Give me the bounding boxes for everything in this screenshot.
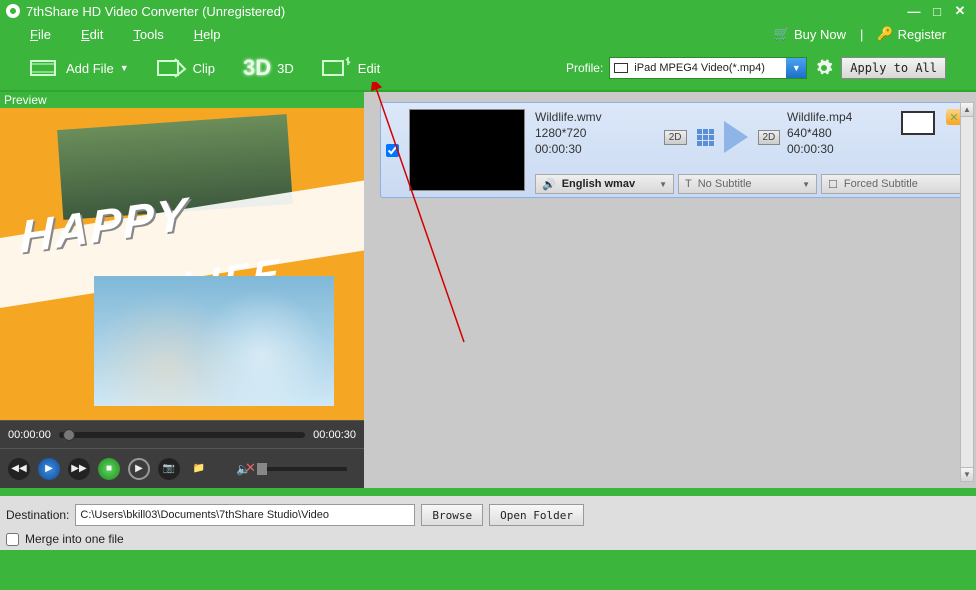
seek-slider[interactable] [59, 432, 305, 438]
titlebar: 7thShare HD Video Converter (Unregistere… [0, 0, 976, 22]
menubar: File Edit Tools Help 🛒 Buy Now | 🔑 Regis… [0, 22, 976, 46]
source-info: Wildlife.wmv 1280*720 00:00:30 [531, 103, 661, 171]
profile-select[interactable]: iPad MPEG4 Video(*.mp4) ▼ [609, 57, 807, 79]
merge-label: Merge into one file [25, 532, 124, 546]
minimize-button[interactable]: — [904, 3, 924, 19]
timeline: 00:00:00 00:00:30 [0, 420, 364, 448]
device-icon [614, 63, 628, 73]
prev-button[interactable]: ◀◀ [8, 458, 30, 480]
edit-icon [322, 57, 352, 79]
menu-help[interactable]: Help [194, 27, 221, 42]
close-button[interactable]: ✕ [950, 3, 970, 19]
settings-button[interactable] [813, 57, 835, 79]
key-icon: 🔑 [877, 26, 893, 42]
time-current: 00:00:00 [8, 429, 51, 441]
preview-label: Preview [0, 92, 364, 108]
device-icon [901, 111, 935, 135]
destination-bar: Destination: C:\Users\bkill03\Documents\… [0, 496, 976, 550]
badge-out: 2D [758, 130, 781, 145]
subtitle-icon: T [685, 178, 692, 190]
step-button[interactable]: ▶ [128, 458, 150, 480]
list-scrollbar[interactable]: ▲ ▼ [960, 102, 974, 482]
output-info: Wildlife.mp4 640*480 00:00:30 [783, 103, 893, 171]
output-duration: 00:00:30 [787, 141, 889, 157]
output-filename: Wildlife.mp4 [787, 109, 889, 125]
open-folder-button[interactable]: Open Folder [489, 504, 584, 526]
volume-slider[interactable] [257, 467, 347, 471]
profile-label: Profile: [566, 61, 603, 75]
mute-button[interactable]: 🔈✕ [236, 462, 251, 476]
film-icon [30, 57, 60, 79]
snapshot-button[interactable]: 📷 [158, 458, 180, 480]
scroll-up-button[interactable]: ▲ [961, 103, 973, 117]
cart-icon: 🛒 [774, 26, 790, 42]
file-row[interactable]: Wildlife.wmv 1280*720 00:00:30 2D 2D [380, 102, 966, 198]
clip-icon [157, 57, 187, 79]
preview-pane: Preview HAPPY LIFE 00:00:00 00:00:30 ◀◀ … [0, 92, 364, 488]
audio-track-select[interactable]: 🔊 English wmav ▼ [535, 174, 674, 194]
divider [0, 488, 976, 496]
scroll-down-button[interactable]: ▼ [961, 467, 973, 481]
3d-button[interactable]: 3D 3D [243, 55, 294, 81]
file-thumbnail [409, 109, 525, 191]
3d-icon: 3D [243, 55, 271, 81]
destination-input[interactable]: C:\Users\bkill03\Documents\7thShare Stud… [75, 504, 415, 526]
clip-button[interactable]: Clip [157, 57, 215, 79]
time-total: 00:00:30 [313, 429, 356, 441]
maximize-button[interactable]: □ [927, 3, 947, 19]
footer [0, 550, 976, 562]
toolbar: Add File ▼ Clip 3D 3D Edit Profile: iPad… [0, 46, 976, 90]
subtitle-select[interactable]: T No Subtitle ▼ [678, 174, 817, 194]
preview-video[interactable]: HAPPY LIFE [0, 108, 364, 420]
destination-label: Destination: [6, 508, 69, 522]
stop-button[interactable]: ■ [98, 458, 120, 480]
register-link[interactable]: 🔑 Register [877, 26, 946, 42]
arrow-icon [724, 121, 748, 153]
next-button[interactable]: ▶▶ [68, 458, 90, 480]
grid-icon [697, 129, 714, 146]
dropdown-icon[interactable]: ▼ [786, 58, 806, 78]
output-device[interactable] [893, 103, 943, 171]
workspace: Preview HAPPY LIFE 00:00:00 00:00:30 ◀◀ … [0, 90, 976, 488]
edit-button[interactable]: Edit [322, 57, 380, 79]
file-list: Wildlife.wmv 1280*720 00:00:30 2D 2D [364, 92, 976, 488]
source-filename: Wildlife.wmv [535, 109, 657, 125]
window-title: 7thShare HD Video Converter (Unregistere… [26, 4, 901, 19]
play-button[interactable]: ▶ [38, 458, 60, 480]
browse-button[interactable]: Browse [421, 504, 483, 526]
chevron-down-icon: ▼ [659, 180, 667, 189]
menu-tools[interactable]: Tools [133, 27, 163, 42]
menu-edit[interactable]: Edit [81, 27, 103, 42]
forced-subtitle-toggle[interactable]: ☐ Forced Subtitle [821, 174, 961, 194]
add-file-button[interactable]: Add File ▼ [30, 57, 129, 79]
menu-file[interactable]: File [30, 27, 51, 42]
badge-in: 2D [664, 130, 687, 145]
chevron-down-icon: ▼ [802, 180, 810, 189]
folder-button[interactable]: 📁 [188, 458, 210, 480]
profile-value: iPad MPEG4 Video(*.mp4) [634, 62, 786, 74]
output-resolution: 640*480 [787, 125, 889, 141]
gear-icon [815, 59, 833, 77]
apply-to-all-button[interactable]: Apply to All [841, 57, 946, 79]
file-checkbox[interactable] [386, 144, 399, 157]
speaker-icon: 🔊 [542, 178, 556, 191]
source-resolution: 1280*720 [535, 125, 657, 141]
buy-now-link[interactable]: 🛒 Buy Now [774, 26, 846, 42]
app-logo-icon [6, 4, 20, 18]
source-duration: 00:00:30 [535, 141, 657, 157]
dropdown-icon: ▼ [120, 63, 129, 73]
merge-checkbox[interactable] [6, 533, 19, 546]
player-controls: ◀◀ ▶ ▶▶ ■ ▶ 📷 📁 🔈✕ [0, 448, 364, 488]
checkbox-icon: ☐ [828, 178, 838, 191]
